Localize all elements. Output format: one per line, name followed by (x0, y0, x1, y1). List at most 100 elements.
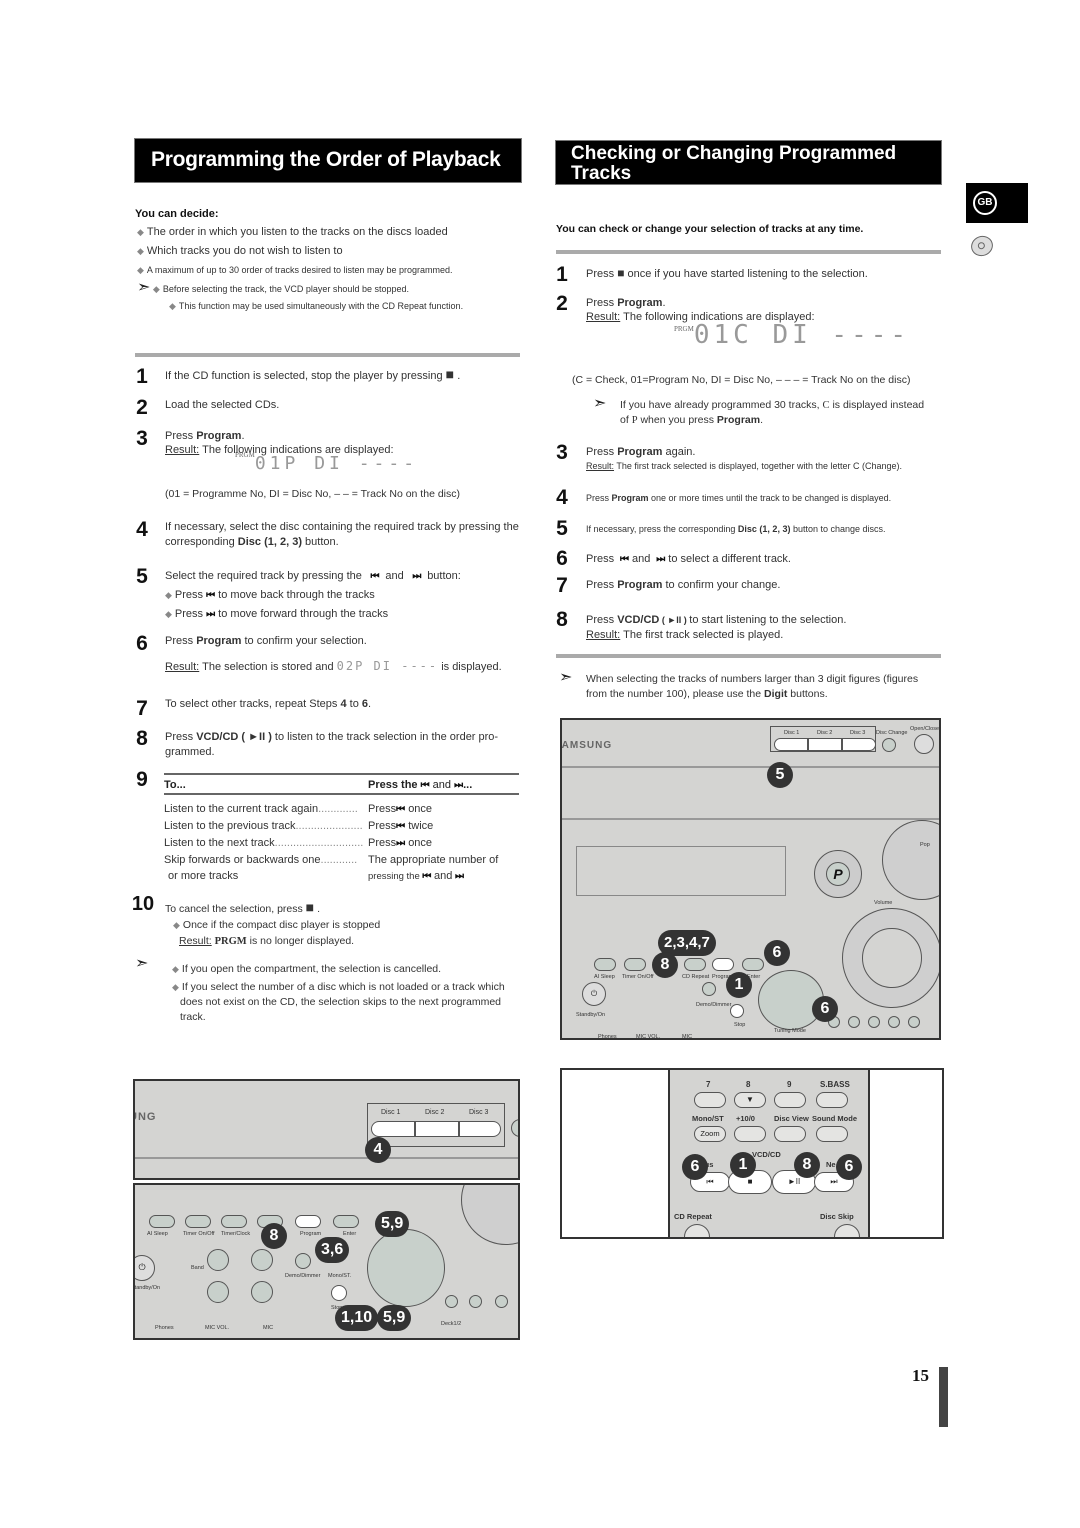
standby-button[interactable]: ⏻ (582, 982, 606, 1006)
timer-onoff-button[interactable] (185, 1215, 211, 1228)
right-step-2: Press Program. Result: The following ind… (586, 296, 946, 362)
play-pause-icon: ( ►II ) (238, 731, 275, 743)
divider (135, 353, 520, 357)
lcd-display-small: 02P DI ---- (336, 659, 439, 673)
right-step-8: Press VCD/CD ( ►II ) to start listening … (586, 614, 847, 641)
key-9[interactable] (774, 1092, 806, 1108)
panel-button[interactable] (908, 1016, 920, 1028)
lcd-display: PRGM01C DI ---- (674, 320, 911, 350)
bullet-item: ◆ Which tracks you do not wish to listen … (137, 245, 343, 257)
remote-figure: 7 8 9 S.BASS ▼ Mono/ST +10/0 Disc View S… (560, 1068, 944, 1239)
step-number: 9 (136, 768, 148, 791)
step-9-table: To... Press the ⏮ and ⏭... Listen to the… (164, 773, 519, 885)
panel-button[interactable] (888, 1016, 900, 1028)
timer-clock-button[interactable] (221, 1215, 247, 1228)
prev-track-icon: ⏮ (364, 571, 383, 582)
cassette-door (576, 846, 786, 896)
key-7[interactable] (694, 1092, 726, 1108)
step-7: To select other tracks, repeat Steps 4 t… (165, 698, 372, 710)
step-number: 2 (136, 396, 148, 419)
prev-track-icon: ⏮ (420, 780, 430, 791)
disc-change-button[interactable] (882, 738, 896, 752)
disc-1-button[interactable] (371, 1121, 415, 1137)
step-1: If the CD function is selected, stop the… (165, 366, 461, 382)
cd-repeat-button[interactable] (684, 1224, 710, 1237)
tuner-button[interactable] (207, 1249, 229, 1271)
stop-button[interactable] (331, 1285, 347, 1301)
step-10: To cancel the selection, press ■ . ◆ Once… (165, 899, 381, 947)
disc-2-button[interactable] (415, 1121, 459, 1137)
callout-badge: 8 (794, 1152, 820, 1178)
title-line2: Tracks (571, 163, 632, 184)
table-header: To... Press the ⏮ and ⏭... (164, 773, 519, 795)
step-number: 1 (136, 365, 148, 388)
ai-sleep-button[interactable] (594, 958, 616, 971)
program-button[interactable] (712, 958, 734, 971)
step-6: Press Program to confirm your selection.… (165, 635, 502, 673)
next-track-icon: ⏭ (454, 780, 464, 791)
step-5: Select the required track by pressing th… (165, 570, 461, 620)
key-8[interactable]: ▼ (734, 1092, 766, 1108)
disc-skip-button[interactable] (834, 1224, 860, 1237)
title-line1: Checking or Changing Programmed (571, 143, 897, 164)
callout-badge: 8 (652, 952, 678, 978)
sbass-button[interactable] (816, 1092, 848, 1108)
disc-change-button[interactable] (511, 1119, 518, 1137)
tape-button[interactable] (207, 1281, 229, 1303)
gb-text: GB (973, 191, 997, 215)
lcd-display: PRGM01P DI ---- (235, 451, 419, 474)
standby-button[interactable]: ⏻ (135, 1255, 155, 1281)
step-number: 8 (556, 608, 568, 631)
panel-button[interactable] (495, 1295, 508, 1308)
divider (556, 250, 941, 254)
zoom-button[interactable]: Zoom (694, 1126, 726, 1142)
demo-dimmer-button[interactable] (295, 1253, 311, 1269)
next-track-icon: ⏭ (406, 571, 425, 582)
next-track-icon: ⏭ (206, 609, 216, 620)
enter-button[interactable] (333, 1215, 359, 1228)
disc-2-button[interactable] (808, 738, 842, 751)
vcd-cd-button[interactable] (251, 1249, 273, 1271)
stop-button[interactable] (730, 1004, 744, 1018)
enter-button[interactable] (742, 958, 764, 971)
timer-onoff-button[interactable] (624, 958, 646, 971)
callout-badge: 1 (726, 972, 752, 998)
open-close-button[interactable] (914, 734, 934, 754)
demo-dimmer-button[interactable] (702, 982, 716, 996)
step-number: 7 (556, 574, 568, 597)
sound-mode-button[interactable] (816, 1126, 848, 1142)
panel-button[interactable] (868, 1016, 880, 1028)
control-panel-figure: AI Sleep Timer On/Off Timer/Clock Progra… (133, 1183, 520, 1340)
eq-knob[interactable] (882, 820, 939, 900)
disc-3-button[interactable] (459, 1121, 501, 1137)
callout-badge: 5,9 (375, 1211, 410, 1237)
panel-button[interactable] (445, 1295, 458, 1308)
aux-button[interactable] (251, 1281, 273, 1303)
step-number: 4 (556, 486, 568, 509)
disc-view-button[interactable] (774, 1126, 806, 1142)
disc-1-button[interactable] (774, 738, 808, 751)
right-step-7: Press Program to confirm your change. (586, 579, 781, 591)
callout-badge: 1,10 (335, 1305, 379, 1331)
callout-badge: 6 (764, 940, 790, 966)
cd-repeat-button[interactable] (684, 958, 706, 971)
plus10-button[interactable] (734, 1126, 766, 1142)
note-item: ➣ ◆ Before selecting the track, the VCD p… (137, 279, 409, 296)
navigation-pad[interactable] (367, 1229, 445, 1307)
table-row: Listen to the current track again.......… (164, 803, 433, 815)
ai-sleep-button[interactable] (149, 1215, 175, 1228)
note-arrow-icon: ➣ (593, 395, 607, 412)
divider (556, 654, 941, 658)
panel-button[interactable] (848, 1016, 860, 1028)
language-badge: GB (966, 183, 1028, 223)
final-notes: ◆ If you open the compartment, the select… (172, 963, 505, 1023)
section-title-programming: Programming the Order of Playback (134, 138, 522, 183)
digit-note: When selecting the tracks of numbers lar… (586, 673, 919, 700)
right-step-1: Press ■ once if you have started listeni… (586, 266, 868, 280)
disc-3-button[interactable] (842, 738, 876, 751)
title-text: Programming the Order of Playback (151, 148, 501, 171)
step-number: 5 (556, 517, 568, 540)
program-button[interactable] (295, 1215, 321, 1228)
panel-button[interactable] (469, 1295, 482, 1308)
psound-button[interactable]: P (826, 862, 850, 886)
